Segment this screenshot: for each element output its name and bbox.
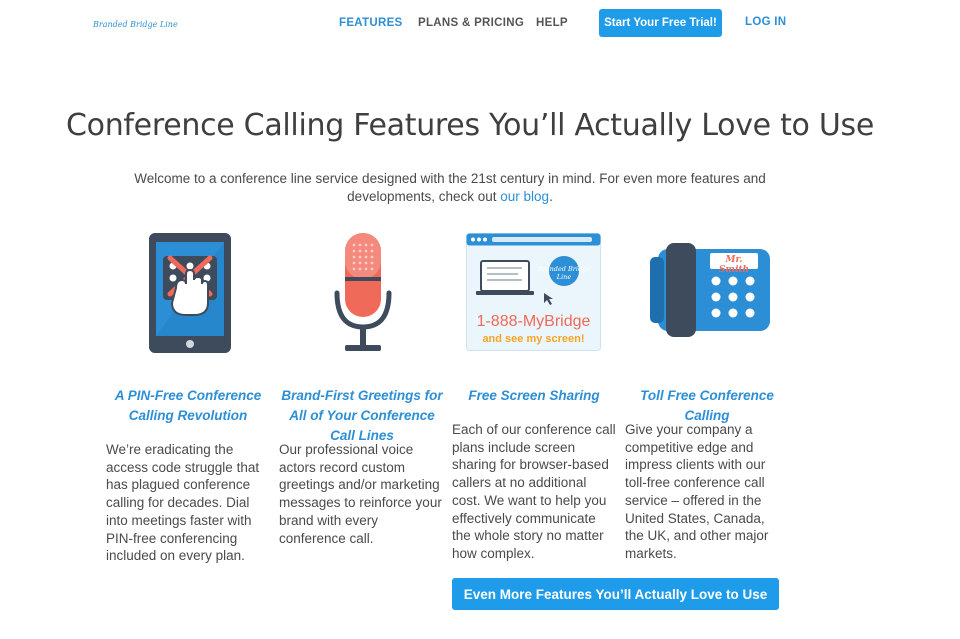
graphic-caption: and see my screen! xyxy=(482,333,585,345)
graphic-logo-text: Branded Bridge Line xyxy=(537,265,591,281)
desk-phone-icon: Mr. Smith xyxy=(650,241,772,337)
intro-paragraph: Welcome to a conference line service des… xyxy=(90,170,810,206)
more-features-button[interactable]: Even More Features You’ll Actually Love … xyxy=(452,578,779,610)
feature-title-greetings[interactable]: Brand-First Greetings for All of Your Co… xyxy=(278,386,446,446)
intro-end: . xyxy=(549,189,553,204)
microphone-icon xyxy=(334,233,392,351)
nav-help[interactable]: HELP xyxy=(536,17,568,29)
blog-link[interactable]: our blog xyxy=(500,189,549,204)
graphic-phone-number: 1-888-MyBridge xyxy=(476,313,591,330)
feature-title-pin-free[interactable]: A PIN-Free Conference Calling Revolution xyxy=(106,386,270,426)
login-link[interactable]: LOG IN xyxy=(745,16,786,28)
logo-text: Branded Bridge Line xyxy=(93,19,178,29)
screen-share-icon: Branded Bridge Line 1-888-MyBridge and s… xyxy=(466,233,601,351)
brand-logo[interactable]: Branded Bridge Line xyxy=(93,10,178,38)
tablet-no-pin-icon xyxy=(149,233,231,353)
page-title: Conference Calling Features You’ll Actua… xyxy=(66,108,874,143)
start-free-trial-button[interactable]: Start Your Free Trial! xyxy=(599,9,722,37)
feature-title-screen-sharing[interactable]: Free Screen Sharing xyxy=(452,386,616,406)
feature-text-toll-free: Give your company a competitive edge and… xyxy=(625,422,769,561)
feature-text-screen-sharing: Each of our conference call plans includ… xyxy=(452,422,616,561)
feature-text-greetings: Our professional voice actors record cus… xyxy=(279,442,442,546)
nav-features[interactable]: FEATURES xyxy=(339,17,403,29)
intro-text: Welcome to a conference line service des… xyxy=(134,171,766,204)
nav-plans-pricing[interactable]: PLANS & PRICING xyxy=(418,17,524,29)
feature-text-pin-free: We’re eradicating the access code strugg… xyxy=(106,442,260,564)
phone-display-label: Mr. Smith xyxy=(718,255,750,275)
feature-title-toll-free[interactable]: Toll Free Conference Calling xyxy=(625,386,789,426)
